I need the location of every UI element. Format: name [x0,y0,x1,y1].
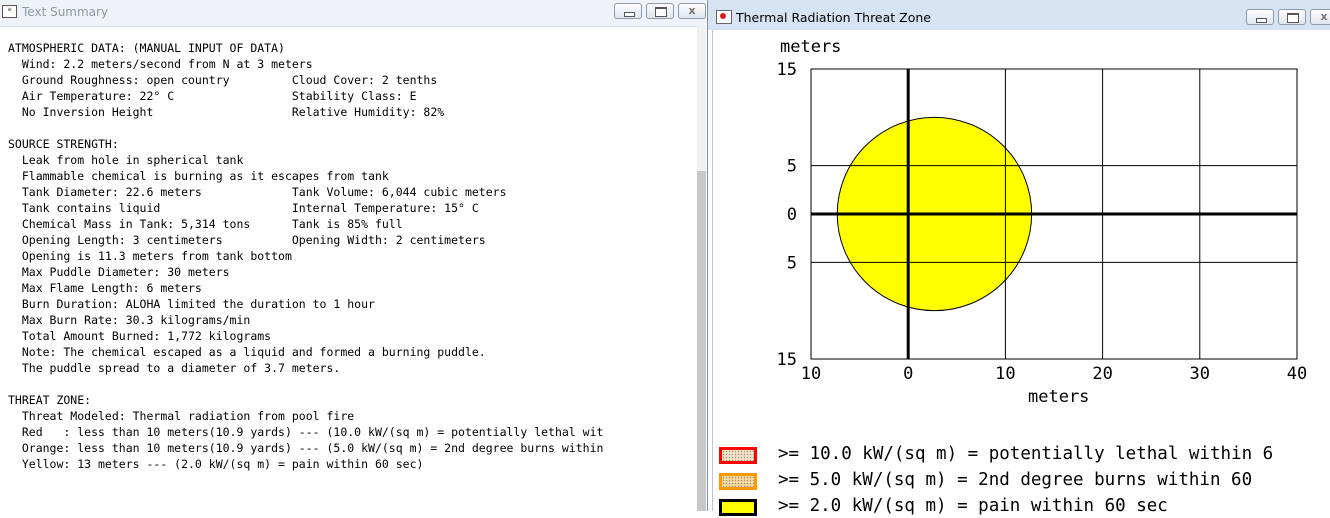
x-tick-label: 40 [1287,364,1307,384]
legend-item: >= 10.0 kW/(sq m) = potentially lethal w… [719,444,1330,466]
summary-line: Note: The chemical escaped as a liquid a… [8,345,486,359]
close-button[interactable]: x [678,3,706,19]
legend-label: >= 5.0 kW/(sq m) = 2nd degree burns with… [778,470,1253,490]
summary-line: Air Temperature: 22° C Stability Class: … [8,89,417,103]
legend-label: >= 2.0 kW/(sq m) = pain within 60 sec [778,496,1168,516]
threat-zone-titlebar[interactable]: Thermal Radiation Threat Zone x [708,0,1330,30]
summary-line: Red : less than 10 meters(10.9 yards) --… [8,425,604,439]
threat-zone-window: Thermal Radiation Threat Zone x 15 5 0 5 15 1… [707,0,1330,516]
summary-line: Yellow: 13 meters --- (2.0 kW/(sq m) = p… [8,457,424,471]
summary-line: Tank Diameter: 22.6 meters Tank Volume: … [8,185,507,199]
summary-line: Orange: less than 10 meters(10.9 yards) … [8,441,604,455]
legend-swatch [719,447,757,464]
y-tick-label: 5 [787,157,797,177]
summary-line: Leak from hole in spherical tank [8,153,244,167]
x-tick-label: 20 [1092,364,1112,384]
text-summary-titlebar[interactable]: ≡ Text Summary x [0,0,706,27]
threat-zone-content: 15 5 0 5 15 10 0 10 20 30 40 meters meters >= 10.0 k… [712,30,1330,516]
scrollbar-thumb[interactable] [697,171,706,511]
x-tick-label: 10 [995,364,1015,384]
summary-line: Max Flame Length: 6 meters [8,281,202,295]
window-title: Text Summary [22,5,109,19]
x-axis-label: meters [1028,387,1089,407]
summary-line: Chemical Mass in Tank: 5,314 tons Tank i… [8,217,403,231]
legend-swatch [719,473,757,490]
summary-line: Flammable chemical is burning as it esca… [8,169,389,183]
window-title: Thermal Radiation Threat Zone [736,10,931,25]
summary-line: Wind: 2.2 meters/second from N at 3 mete… [8,57,313,71]
minimize-button[interactable] [1246,9,1274,25]
legend-item: >= 2.0 kW/(sq m) = pain within 60 sec [719,496,1330,518]
x-tick-label: 10 [801,364,821,384]
summary-line: ATMOSPHERIC DATA: (MANUAL INPUT OF DATA) [8,41,285,55]
summary-line: The puddle spread to a diameter of 3.7 m… [8,361,341,375]
summary-line: No Inversion Height Relative Humidity: 8… [8,105,445,119]
summary-line: Threat Modeled: Thermal radiation from p… [8,409,355,423]
y-tick-label: 0 [787,205,797,225]
document-icon: ≡ [2,5,17,18]
close-button[interactable]: x [1310,9,1330,25]
legend-swatch [719,499,757,516]
y-tick-label: 5 [787,253,797,273]
summary-line: Ground Roughness: open country Cloud Cov… [8,73,438,87]
y-tick-label: 15 [777,350,797,370]
aloha-app-icon [716,10,732,24]
legend-item: >= 5.0 kW/(sq m) = 2nd degree burns with… [719,470,1330,492]
summary-line: Opening Length: 3 centimeters Opening Wi… [8,233,486,247]
summary-line [8,120,603,136]
summary-line: Burn Duration: ALOHA limited the duratio… [8,297,375,311]
minimize-button[interactable] [614,3,642,19]
legend-label: >= 10.0 kW/(sq m) = potentially lethal w… [778,444,1274,464]
summary-line: THREAT ZONE: [8,393,92,407]
summary-text-body: ATMOSPHERIC DATA: (MANUAL INPUT OF DATA)… [8,40,603,472]
maximize-button[interactable] [1278,9,1306,25]
y-tick-label: 15 [777,60,797,80]
maximize-button[interactable] [646,3,674,19]
text-summary-window: ≡ Text Summary x ATMOSPHERIC DATA: (MANU… [0,0,706,511]
summary-line: Opening is 11.3 meters from tank bottom [8,249,292,263]
summary-line [8,376,603,392]
y-axis-label: meters [780,37,841,57]
threat-zone-plot: 155051510 0 10 20 30 40metersmeters [777,37,1308,407]
vertical-scrollbar[interactable] [697,26,706,511]
x-tick-label: 30 [1190,364,1210,384]
summary-line: Max Puddle Diameter: 30 meters [8,265,230,279]
summary-line: SOURCE STRENGTH: [8,137,119,151]
summary-line: Total Amount Burned: 1,772 kilograms [8,329,272,343]
summary-line: Tank contains liquid Internal Temperatur… [8,201,479,215]
summary-line: Max Burn Rate: 30.3 kilograms/min [8,313,251,327]
x-tick-label: 0 [903,364,913,384]
